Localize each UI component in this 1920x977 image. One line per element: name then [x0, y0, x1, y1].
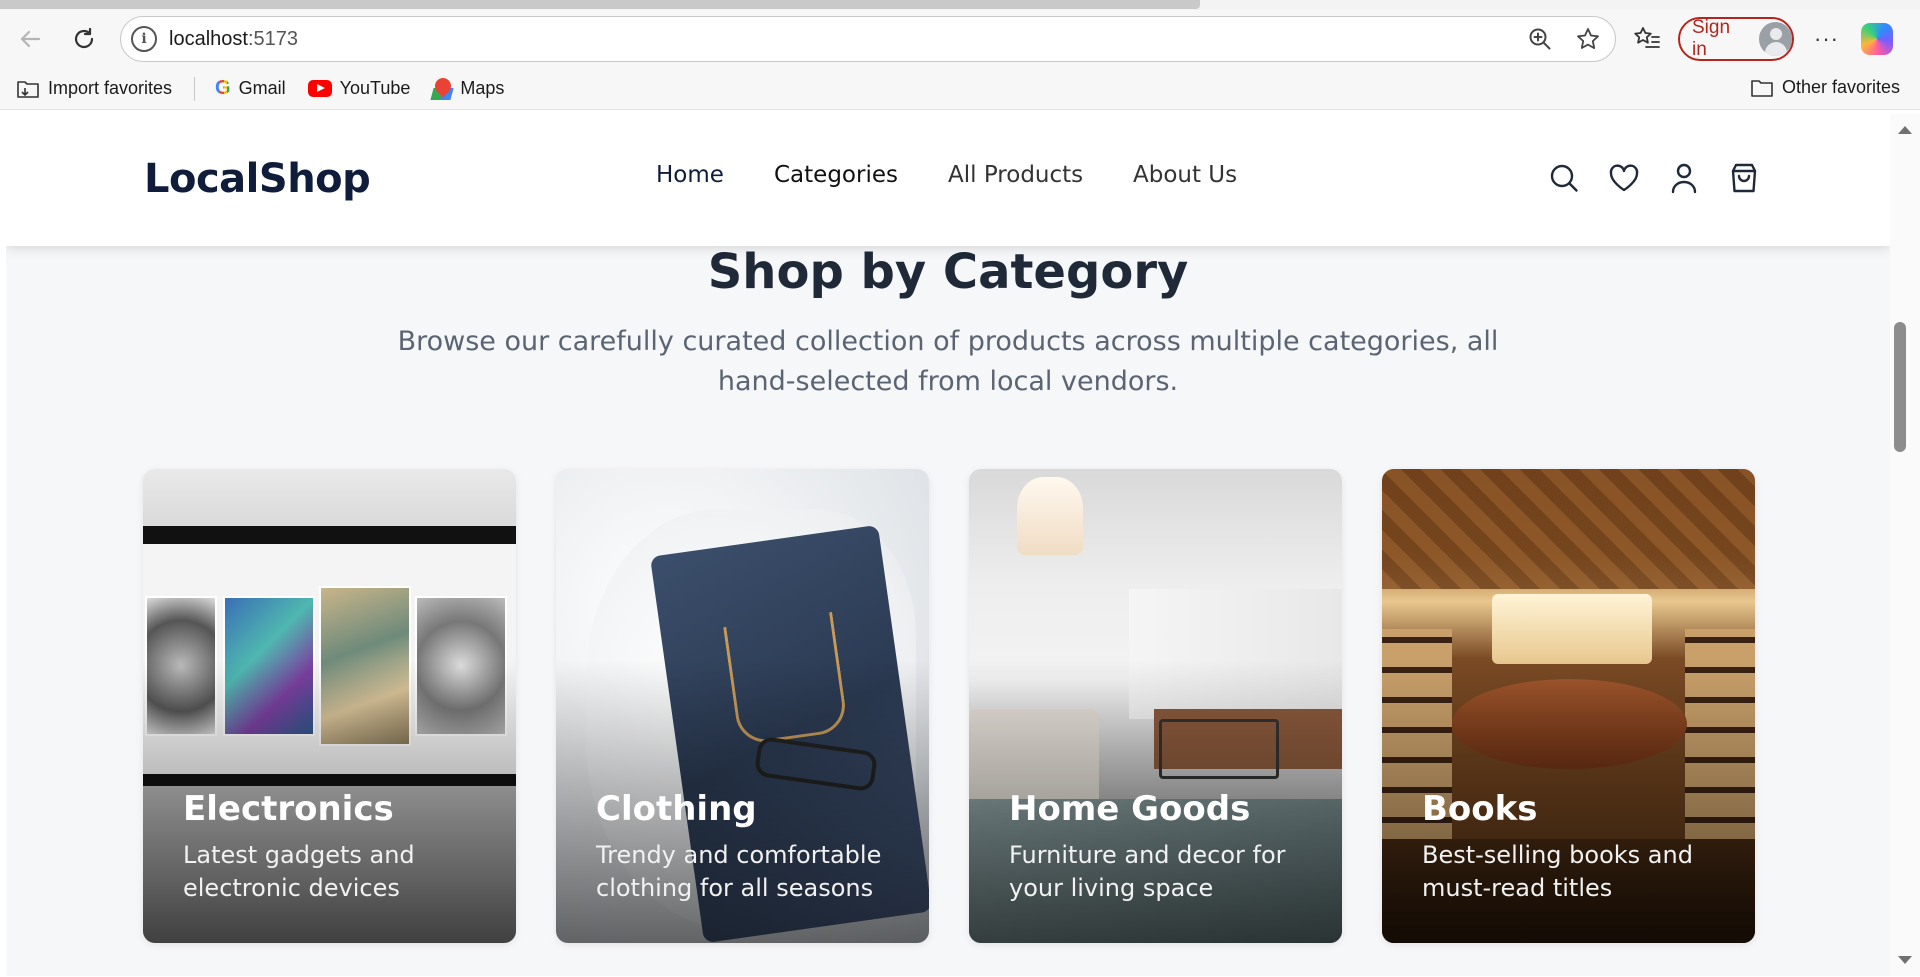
wishlist-button[interactable] — [1606, 160, 1642, 196]
address-bar[interactable]: i localhost:5173 — [120, 16, 1616, 62]
heart-icon — [1609, 164, 1639, 192]
category-title: Clothing — [596, 789, 757, 829]
site-header: LocalShop Home Categories All Products A… — [6, 114, 1890, 246]
tab-strip — [0, 0, 1920, 10]
reload-button[interactable] — [64, 19, 104, 59]
maps-icon — [430, 74, 455, 100]
back-arrow-icon — [20, 30, 41, 48]
back-button[interactable] — [10, 19, 50, 59]
more-menu-icon[interactable]: ··· — [1814, 26, 1839, 52]
bookmarks-divider — [194, 76, 196, 101]
site-info-icon[interactable]: i — [131, 26, 157, 52]
account-button[interactable] — [1666, 160, 1702, 196]
user-icon — [1671, 163, 1697, 194]
youtube-icon — [307, 80, 332, 97]
bookmark-gmail[interactable]: G Gmail — [215, 77, 286, 100]
sign-in-label: Sign in — [1692, 17, 1731, 60]
site-logo[interactable]: LocalShop — [144, 156, 371, 202]
favorites-list-icon[interactable] — [1632, 24, 1662, 54]
category-description: Trendy and comfortable clothing for all … — [596, 841, 882, 902]
search-button[interactable] — [1546, 160, 1582, 196]
category-title: Home Goods — [1009, 789, 1251, 829]
url-host: localhost — [169, 27, 248, 50]
sign-in-button[interactable]: Sign in — [1678, 17, 1794, 61]
copilot-icon[interactable] — [1860, 23, 1893, 55]
bookmark-import-favorites[interactable]: Import favorites — [16, 78, 172, 100]
gmail-label: Gmail — [238, 78, 286, 98]
section-subtitle: Browse our carefully curated collection … — [397, 326, 1499, 397]
google-icon: G — [215, 77, 231, 99]
main-nav: Home Categories All Products About Us — [656, 162, 1237, 188]
url-port: :5173 — [247, 27, 298, 50]
category-card-electronics[interactable]: Electronics Latest gadgets and electroni… — [143, 469, 516, 943]
import-folder-icon — [17, 80, 39, 98]
bookmark-other-favorites[interactable]: Other favorites — [1750, 77, 1900, 98]
cart-button[interactable] — [1726, 160, 1762, 196]
category-description: Latest gadgets and electronic devices — [183, 841, 415, 902]
category-description: Furniture and decor for your living spac… — [1009, 841, 1286, 902]
maps-label: Maps — [460, 78, 505, 98]
page-scrollbar[interactable] — [1890, 114, 1920, 976]
profile-avatar-icon — [1758, 22, 1792, 56]
category-grid: Electronics Latest gadgets and electroni… — [143, 469, 1755, 943]
category-title: Books — [1422, 789, 1538, 829]
header-actions — [1546, 160, 1762, 196]
other-favorites-label: Other favorites — [1781, 77, 1900, 97]
nav-all-products-link[interactable]: All Products — [948, 162, 1133, 188]
category-card-home-goods[interactable]: Home Goods Furniture and decor for your … — [969, 469, 1342, 943]
section-title: Shop by Category — [707, 244, 1189, 300]
category-title: Electronics — [183, 789, 394, 829]
category-card-clothing[interactable]: Clothing Trendy and comfortable clothing… — [556, 469, 929, 943]
reload-icon — [74, 27, 94, 49]
nav-about-link[interactable]: About Us — [1133, 162, 1237, 188]
browser-toolbar: i localhost:5173 Sign in ··· — [0, 10, 1920, 68]
zoom-icon[interactable] — [1527, 25, 1553, 53]
youtube-label: YouTube — [339, 78, 411, 98]
bookmark-youtube[interactable]: YouTube — [307, 78, 411, 99]
nav-home-link[interactable]: Home — [656, 162, 774, 188]
scroll-down-icon[interactable] — [1898, 956, 1912, 964]
url-text[interactable]: localhost:5173 — [169, 28, 298, 51]
page-viewport: LocalShop Home Categories All Products A… — [6, 114, 1890, 976]
scroll-up-icon[interactable] — [1898, 126, 1912, 134]
shopping-bag-icon — [1731, 163, 1757, 193]
bookmarks-bar: Import favorites G Gmail YouTube Maps Ot… — [0, 68, 1920, 110]
category-card-books[interactable]: Books Best-selling books and must-read t… — [1382, 469, 1755, 943]
scrollbar-thumb[interactable] — [1894, 322, 1906, 452]
active-tab[interactable] — [0, 0, 1200, 9]
folder-icon — [1751, 79, 1773, 97]
search-icon — [1550, 164, 1578, 192]
category-description: Best-selling books and must-read titles — [1422, 841, 1693, 902]
bookmark-maps[interactable]: Maps — [430, 74, 505, 100]
import-favorites-label: Import favorites — [48, 78, 173, 98]
favorite-star-icon[interactable] — [1575, 25, 1601, 53]
nav-categories-link[interactable]: Categories — [774, 162, 948, 188]
